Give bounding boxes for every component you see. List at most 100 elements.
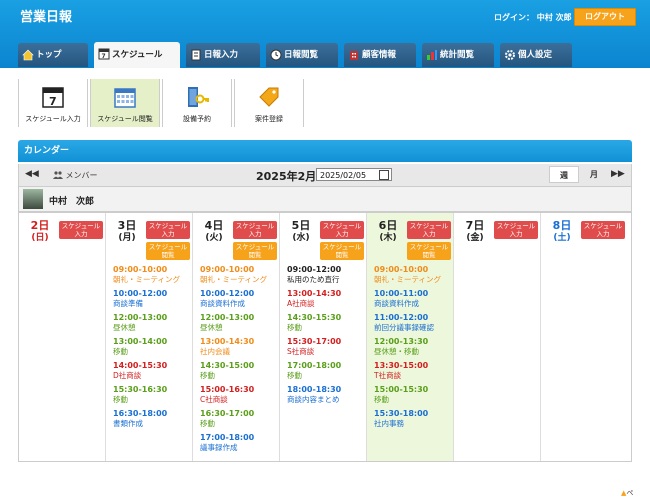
day-label: 2日 (日) xyxy=(19,220,61,244)
event-time: 12:00-13:00 xyxy=(200,313,255,322)
date-input[interactable]: 2025/02/05 xyxy=(316,168,392,181)
schedule-event[interactable]: 10:00-11:00 商談資料作成 xyxy=(374,289,454,313)
schedule-view-button[interactable]: スケジュール閲覧 xyxy=(90,79,160,127)
schedule-event[interactable]: 10:00-12:00 商談資料作成 xyxy=(200,289,280,313)
schedule-event[interactable]: 09:00-10:00 朝礼・ミーティング xyxy=(200,265,280,289)
schedule-event[interactable]: 09:00-12:00 私用のため直行 xyxy=(287,265,367,289)
event-title: 昼休憩・移動 xyxy=(374,347,419,356)
schedule-input-badge[interactable]: スケジュール入力 xyxy=(233,221,277,239)
event-time: 10:00-12:00 xyxy=(200,289,255,298)
day-number: 2日 xyxy=(30,219,50,232)
calendar-picker-icon[interactable] xyxy=(379,170,389,180)
event-time: 12:00-13:00 xyxy=(113,313,168,322)
schedule-event[interactable]: 17:00-18:00 議事録作成 xyxy=(200,433,280,457)
schedule-event[interactable]: 13:30-15:00 T社商談 xyxy=(374,361,454,385)
schedule-event[interactable]: 10:00-12:00 商談準備 xyxy=(113,289,193,313)
day-of-week: (火) xyxy=(205,233,223,243)
footer-text: ペ xyxy=(626,489,634,497)
schedule-event[interactable]: 13:00-14:30 社内会議 xyxy=(200,337,280,361)
event-title: 移動 xyxy=(287,371,302,380)
schedule-event[interactable]: 13:00-14:00 移動 xyxy=(113,337,193,361)
schedule-event[interactable]: 15:00-15:30 移動 xyxy=(374,385,454,409)
schedule-input-badge[interactable]: スケジュール入力 xyxy=(581,221,625,239)
user-name: 中村 次郎 xyxy=(49,197,95,207)
schedule-event[interactable]: 15:30-17:00 S社商談 xyxy=(287,337,367,361)
facility-reservation-button[interactable]: 設備予約 xyxy=(162,79,232,127)
event-time: 09:00-12:00 xyxy=(287,265,342,274)
schedule-input-badge[interactable]: スケジュール入力 xyxy=(494,221,538,239)
schedule-event[interactable]: 15:00-16:30 C社商談 xyxy=(200,385,280,409)
event-title: 朝礼・ミーティング xyxy=(200,275,268,284)
schedule-input-badge[interactable]: スケジュール入力 xyxy=(59,221,103,239)
schedule-event[interactable]: 12:00-13:30 昼休憩・移動 xyxy=(374,337,454,361)
day-number: 6日 xyxy=(378,219,398,232)
schedule-event[interactable]: 12:00-13:00 昼休憩 xyxy=(113,313,193,337)
event-title: 移動 xyxy=(200,371,215,380)
event-time: 16:30-18:00 xyxy=(113,409,168,418)
day-column: 6日 (木) スケジュール入力 スケジュール閲覧 09:00-10:00 朝礼・ミーティン… xyxy=(367,213,454,461)
schedule-event[interactable]: 14:00-15:30 D社商談 xyxy=(113,361,193,385)
event-title: 商談資料作成 xyxy=(374,299,419,308)
schedule-event[interactable]: 12:00-13:00 昼休憩 xyxy=(200,313,280,337)
schedule-event[interactable]: 15:30-18:00 社内事務 xyxy=(374,409,454,433)
project-register-button[interactable]: 案件登録 xyxy=(234,79,304,127)
day-column: 5日 (水) スケジュール入力 スケジュール閲覧 09:00-12:00 私用のため直行 1… xyxy=(280,213,367,461)
schedule-view-badge[interactable]: スケジュール閲覧 xyxy=(233,242,277,260)
schedule-event[interactable]: 16:30-18:00 書類作成 xyxy=(113,409,193,433)
tab-customer-info[interactable]: 顧客情報 xyxy=(344,43,416,67)
event-title: 商談準備 xyxy=(113,299,143,308)
tool-label: スケジュール入力 xyxy=(25,115,81,123)
schedule-event[interactable]: 17:00-18:00 移動 xyxy=(287,361,367,385)
event-time: 13:00-14:30 xyxy=(287,289,342,298)
schedule-view-badge[interactable]: スケジュール閲覧 xyxy=(146,242,190,260)
day-column: 8日 (土) スケジュール入力 xyxy=(541,213,628,461)
event-title: 書類作成 xyxy=(113,419,143,428)
day-column: 3日 (月) スケジュール入力 スケジュール閲覧 09:00-10:00 朝礼・ミーティン… xyxy=(106,213,193,461)
chart-icon xyxy=(427,50,437,60)
svg-text:7: 7 xyxy=(49,95,57,108)
member-selector[interactable]: メンバー xyxy=(53,170,98,181)
schedule-event[interactable]: 15:30-16:30 移動 xyxy=(113,385,193,409)
schedule-input-badge[interactable]: スケジュール入力 xyxy=(146,221,190,239)
schedule-view-badge[interactable]: スケジュール閲覧 xyxy=(320,242,364,260)
prev-week-button[interactable]: ◀◀ xyxy=(25,169,39,179)
week-view-button[interactable]: 週 xyxy=(549,166,579,183)
tool-label: スケジュール閲覧 xyxy=(97,115,153,123)
schedule-event[interactable]: 18:00-18:30 商談内容まとめ xyxy=(287,385,367,409)
tab-top[interactable]: トップ xyxy=(18,43,88,67)
schedule-input-badge[interactable]: スケジュール入力 xyxy=(407,221,451,239)
schedule-event[interactable]: 14:30-15:00 移動 xyxy=(200,361,280,385)
tool-label: 設備予約 xyxy=(183,115,211,123)
tab-schedule[interactable]: 7 スケジュール xyxy=(94,42,180,68)
event-time: 15:30-18:00 xyxy=(374,409,429,418)
tab-report-view[interactable]: 日報閲覧 xyxy=(266,43,338,67)
notebook-icon xyxy=(191,49,201,61)
event-title: 移動 xyxy=(200,419,215,428)
month-view-button[interactable]: 月 xyxy=(580,166,608,183)
next-week-button[interactable]: ▶▶ xyxy=(611,169,625,179)
schedule-event[interactable]: 16:30-17:00 移動 xyxy=(200,409,280,433)
day-of-week: (月) xyxy=(118,233,136,243)
tool-label: 案件登録 xyxy=(255,115,283,123)
schedule-view-badge[interactable]: スケジュール閲覧 xyxy=(407,242,451,260)
schedule-input-badge[interactable]: スケジュール入力 xyxy=(320,221,364,239)
schedule-event[interactable]: 09:00-10:00 朝礼・ミーティング xyxy=(374,265,454,289)
tab-personal-settings[interactable]: 個人設定 xyxy=(500,43,572,67)
event-title: 昼休憩 xyxy=(113,323,136,332)
clock-icon xyxy=(270,49,282,61)
home-icon xyxy=(22,49,34,61)
tab-statistics[interactable]: 統計閲覧 xyxy=(422,43,494,67)
date-input-value: 2025/02/05 xyxy=(320,171,367,180)
tab-report-input[interactable]: 日報入力 xyxy=(186,43,260,67)
schedule-event[interactable]: 14:30-15:30 移動 xyxy=(287,313,367,337)
schedule-event[interactable]: 11:00-12:00 前回分議事録確認 xyxy=(374,313,454,337)
day-of-week: (土) xyxy=(553,233,571,243)
schedule-event[interactable]: 09:00-10:00 朝礼・ミーティング xyxy=(113,265,193,289)
schedule-event[interactable]: 13:00-14:30 A社商談 xyxy=(287,289,367,313)
logout-button[interactable]: ログアウト xyxy=(574,8,636,26)
event-time: 14:00-15:30 xyxy=(113,361,168,370)
schedule-input-button[interactable]: 7 スケジュール入力 xyxy=(18,79,88,127)
day-label: 4日 (火) xyxy=(193,220,235,244)
event-title: 昼休憩 xyxy=(200,323,223,332)
event-time: 14:30-15:30 xyxy=(287,313,342,322)
